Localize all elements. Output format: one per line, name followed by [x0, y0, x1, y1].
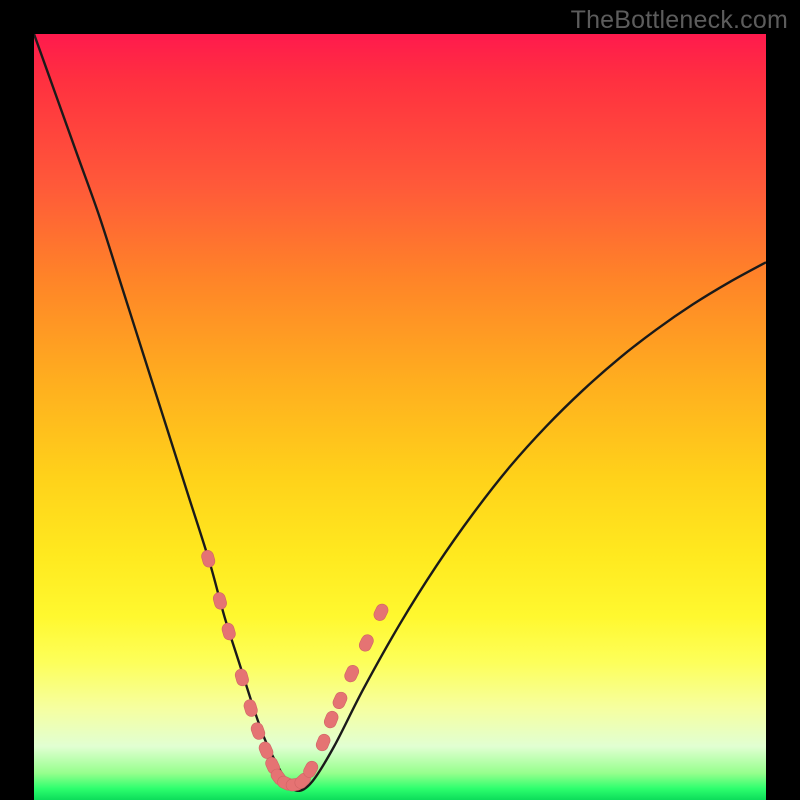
v-curve — [34, 34, 766, 791]
data-marker — [314, 732, 332, 752]
data-marker — [357, 633, 375, 654]
data-marker — [221, 622, 237, 642]
data-marker — [372, 602, 390, 623]
data-marker — [322, 709, 339, 729]
data-marker — [212, 591, 228, 611]
marker-group — [200, 549, 390, 792]
data-marker — [331, 690, 349, 710]
data-marker — [200, 549, 216, 569]
watermark-text: TheBottleneck.com — [571, 6, 788, 35]
chart-frame: TheBottleneck.com — [0, 0, 800, 800]
curve-path-group — [34, 34, 766, 791]
plot-area — [34, 34, 766, 800]
data-marker — [343, 663, 361, 683]
bottleneck-curve — [34, 34, 766, 800]
data-marker — [234, 668, 250, 688]
